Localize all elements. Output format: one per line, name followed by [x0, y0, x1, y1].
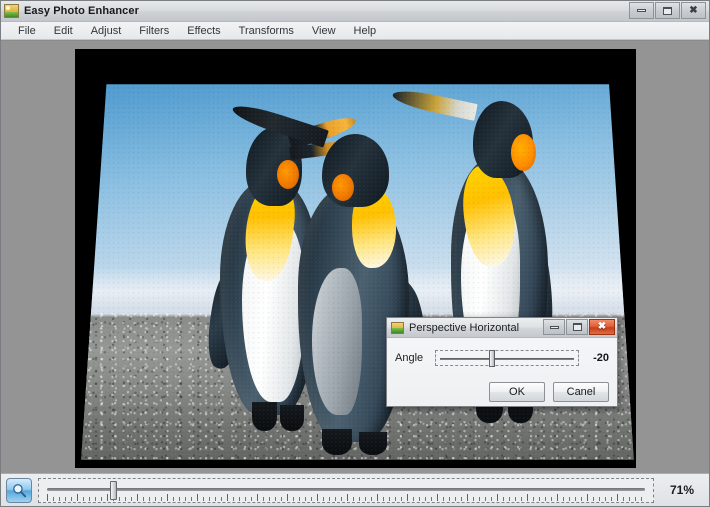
penguin-center-cheek-patch: [331, 173, 354, 201]
zoom-slider-track: [47, 487, 645, 491]
window-title-bar[interactable]: Easy Photo Enhancer ✖: [1, 1, 709, 22]
dialog-window-controls: ✖: [543, 319, 615, 335]
maximize-button[interactable]: [655, 2, 680, 19]
penguin-right-cheek-patch: [510, 134, 536, 172]
minimize-icon: [637, 9, 646, 12]
menu-item-filters[interactable]: Filters: [130, 23, 178, 39]
dialog-maximize-button[interactable]: [566, 319, 588, 335]
dialog-minimize-button[interactable]: [543, 319, 565, 335]
menu-item-view[interactable]: View: [303, 23, 345, 39]
penguin-center-foot-1: [321, 428, 353, 456]
status-bar: 71%: [1, 473, 709, 506]
dialog-body: Angle -20 OK Canel: [387, 338, 617, 406]
cancel-button[interactable]: Canel: [553, 382, 609, 402]
dialog-title: Perspective Horizontal: [409, 321, 520, 334]
angle-control-row: Angle -20: [395, 350, 609, 367]
angle-slider-track: [440, 358, 574, 360]
angle-value: -20: [593, 352, 609, 364]
zoom-level-value: 71%: [669, 483, 695, 497]
angle-slider-thumb[interactable]: [488, 350, 495, 367]
ok-button[interactable]: OK: [489, 382, 545, 402]
close-button[interactable]: ✖: [681, 2, 706, 19]
zoom-slider-thumb[interactable]: [109, 480, 117, 500]
photo-app-icon: [391, 321, 404, 334]
perspective-horizontal-dialog[interactable]: Perspective Horizontal ✖ Angle -20 OK Ca…: [386, 317, 618, 407]
angle-label: Angle: [395, 352, 424, 364]
close-icon: ✖: [689, 4, 698, 16]
application-window: Easy Photo Enhancer ✖ File Edit Adjust F…: [0, 0, 710, 507]
dialog-close-button[interactable]: ✖: [589, 319, 615, 335]
angle-slider[interactable]: [435, 350, 579, 367]
window-title: Easy Photo Enhancer: [24, 5, 139, 17]
photo-app-icon: [4, 4, 19, 18]
maximize-icon: [572, 323, 582, 331]
maximize-icon: [663, 6, 672, 15]
penguin-center-foot-2: [358, 431, 388, 456]
dialog-button-row: OK Canel: [489, 382, 609, 402]
minimize-button[interactable]: [629, 2, 654, 19]
penguin-center-belly: [311, 267, 363, 416]
menu-bar: File Edit Adjust Filters Effects Transfo…: [1, 22, 709, 40]
close-icon: ✖: [597, 321, 607, 332]
minimize-icon: [549, 325, 559, 329]
penguin-right-beak: [391, 86, 478, 121]
magnifier-icon[interactable]: [6, 477, 32, 503]
window-controls: ✖: [629, 2, 706, 19]
menu-item-help[interactable]: Help: [345, 23, 386, 39]
dialog-title-bar[interactable]: Perspective Horizontal ✖: [387, 318, 617, 338]
image-workspace[interactable]: Perspective Horizontal ✖ Angle -20 OK Ca…: [1, 40, 709, 473]
zoom-slider-ticks: [47, 493, 645, 501]
penguin-center-head: [321, 133, 390, 208]
zoom-slider[interactable]: [38, 477, 654, 503]
menu-item-edit[interactable]: Edit: [45, 23, 82, 39]
menu-item-file[interactable]: File: [9, 23, 45, 39]
menu-item-transforms[interactable]: Transforms: [230, 23, 303, 39]
menu-item-adjust[interactable]: Adjust: [82, 23, 131, 39]
menu-item-effects[interactable]: Effects: [178, 23, 229, 39]
